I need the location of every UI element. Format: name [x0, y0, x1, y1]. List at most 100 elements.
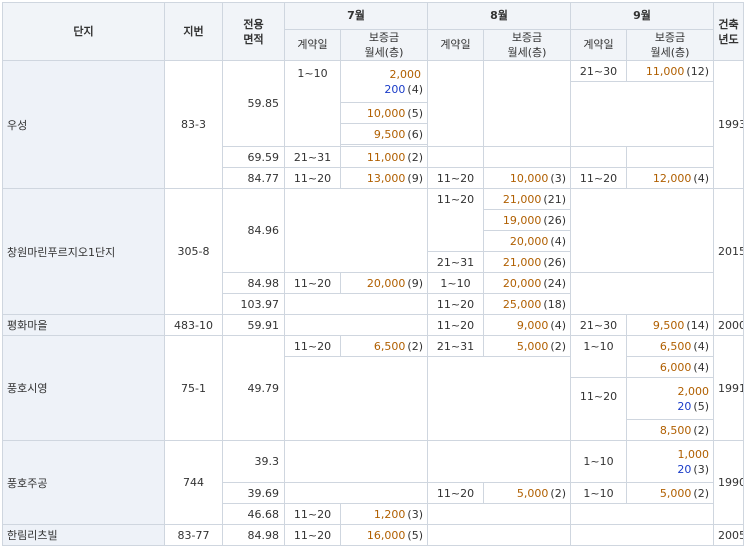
lot-number: 83-77	[164, 524, 223, 546]
lot-number: 83-3	[164, 60, 223, 189]
header-deposit-9: 보증금 월세(층)	[626, 29, 714, 61]
contract-day: 11~20	[570, 167, 627, 189]
contract-day: 21~30	[570, 60, 627, 82]
header-month-7: 7월	[284, 2, 428, 30]
area-value: 69.59	[222, 146, 285, 168]
deposit-cell: 11,000 (2)	[340, 146, 428, 168]
table-row: 한림리츠빌 83-77 84.98 11~20 16,000 (5) 2005	[2, 524, 744, 546]
header-complex: 단지	[2, 2, 165, 61]
header-contract-day-8: 계약일	[427, 29, 484, 61]
contract-day: 1~10	[570, 482, 627, 504]
area-value: 39.3	[222, 440, 285, 483]
deposit-cell: 9,500 (6)	[340, 123, 428, 145]
deposit-cell: 20,000 (24)	[483, 272, 571, 294]
deposit-cell: 5,000 (2)	[483, 335, 571, 357]
table-row: 평화마을 483-10 59.91 11~20 9,000 (4) 21~30 9…	[2, 314, 744, 336]
lot-number: 305-8	[164, 188, 223, 315]
empty-cell	[570, 524, 714, 546]
complex-name: 우성	[2, 60, 165, 189]
contract-day: 11~20	[284, 524, 341, 546]
contract-day: 21~31	[284, 146, 341, 168]
complex-name: 창원마린푸르지오1단지	[2, 188, 165, 315]
deposit-cell: 16,000 (5)	[340, 524, 428, 546]
empty-cell	[570, 81, 714, 147]
contract-day: 21~30	[570, 314, 627, 336]
deposit-cell: 11,000 (12)	[626, 60, 714, 82]
empty-cell	[570, 146, 627, 168]
empty-cell	[626, 146, 714, 168]
header-deposit-7: 보증금 월세(층)	[340, 29, 428, 61]
table-row: 풍호시영 75-1 49.79 11~20 6,500 (2) 21~31 5,0…	[2, 335, 744, 441]
deposit-cell: 5,000 (2)	[483, 482, 571, 504]
empty-cell	[427, 503, 571, 525]
area-value: 84.77	[222, 167, 285, 189]
deposit-cell: 20,000 (9)	[340, 272, 428, 294]
header-contract-day-7: 계약일	[284, 29, 341, 61]
contract-day: 11~20	[427, 482, 484, 504]
empty-cell	[284, 440, 428, 483]
deposit-cell: 21,000 (21)	[483, 188, 571, 210]
empty-cell	[284, 293, 428, 315]
lot-number: 483-10	[164, 314, 223, 336]
contract-day: 11~20	[284, 272, 341, 294]
empty-cell	[427, 146, 484, 168]
header-lot: 지번	[164, 2, 223, 61]
built-year: 2015	[713, 188, 744, 315]
deposit-cell: 6,500 (4)	[626, 335, 714, 357]
empty-cell	[570, 503, 714, 525]
deposit-cell: 8,500 (2)	[626, 419, 714, 441]
complex-name: 한림리츠빌	[2, 524, 165, 546]
lot-number: 75-1	[164, 335, 223, 441]
deposit-cell: 1,200 (3)	[340, 503, 428, 525]
deposit-cell: 9,000 (4)	[483, 314, 571, 336]
contract-day: 11~20	[427, 293, 484, 315]
header-contract-day-9: 계약일	[570, 29, 627, 61]
area-value: 39.69	[222, 482, 285, 504]
area-value: 84.98	[222, 524, 285, 546]
contract-day: 1~10	[570, 440, 627, 483]
header-deposit-8: 보증금 월세(층)	[483, 29, 571, 61]
empty-cell	[427, 440, 571, 483]
deposit-cell: 9,500 (14)	[626, 314, 714, 336]
lot-number: 744	[164, 440, 223, 525]
contract-day: 21~31	[427, 251, 484, 273]
empty-cell	[284, 314, 428, 336]
empty-cell	[427, 524, 571, 546]
complex-name: 풍호주공	[2, 440, 165, 525]
deposit-cell: 5,000 (2)	[626, 482, 714, 504]
area-value: 103.97	[222, 293, 285, 315]
empty-cell	[427, 356, 571, 441]
real-estate-transactions-table: 단지 지번 전용 면적 7월 8월 9월 건축 년도 계약일 보증금 월세(층) 계약…	[2, 2, 744, 546]
contract-day: 11~20	[427, 314, 484, 336]
area-value: 49.79	[222, 335, 285, 441]
deposit-cell: 6,000 (4)	[626, 356, 714, 378]
deposit-cell: 10,000 (3)	[483, 167, 571, 189]
contract-day: 11~20	[284, 335, 341, 357]
transactions-table-panel: { "header": { "complex": "단지", "lot": "지…	[0, 0, 750, 546]
deposit-cell: 2,000 200 (4)	[340, 60, 428, 103]
complex-name: 풍호시영	[2, 335, 165, 441]
header-month-8: 8월	[427, 2, 571, 30]
complex-name: 평화마을	[2, 314, 165, 336]
deposit-cell: 1,000 20 (3)	[626, 440, 714, 483]
empty-cell	[284, 188, 428, 273]
empty-cell	[483, 146, 571, 168]
deposit-cell: 12,000 (4)	[626, 167, 714, 189]
empty-cell	[483, 60, 571, 147]
deposit-cell: 21,000 (26)	[483, 251, 571, 273]
area-value: 84.98	[222, 272, 285, 294]
contract-day: 1~10	[570, 335, 627, 378]
deposit-cell: 10,000 (5)	[340, 102, 428, 124]
contract-day: 1~10	[284, 60, 341, 147]
table-row: 우성 83-3 59.85 1~10 2,000 200 (4) 21~30 11,…	[2, 60, 744, 189]
contract-day: 1~10	[427, 272, 484, 294]
contract-day: 11~20	[427, 167, 484, 189]
header-area: 전용 면적	[222, 2, 285, 61]
empty-cell	[284, 482, 428, 504]
empty-cell	[570, 272, 714, 315]
deposit-cell: 13,000 (9)	[340, 167, 428, 189]
deposit-cell: 20,000 (4)	[483, 230, 571, 252]
area-value: 59.91	[222, 314, 285, 336]
area-value: 59.85	[222, 60, 285, 147]
built-year: 1991	[713, 335, 744, 441]
